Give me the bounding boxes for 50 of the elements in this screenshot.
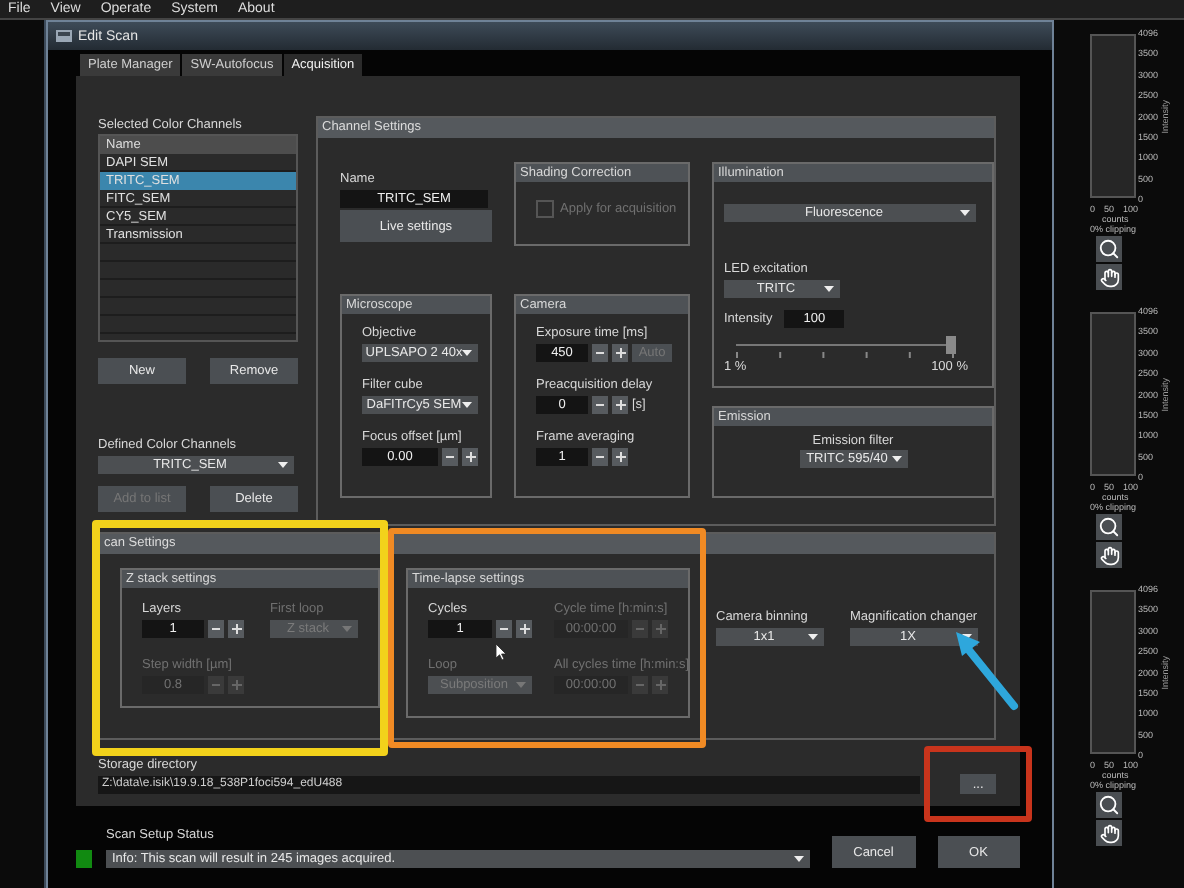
minus-icon — [212, 684, 220, 686]
caret-icon — [824, 286, 834, 292]
pan-button[interactable] — [1096, 542, 1122, 568]
slider-thumb[interactable] — [946, 336, 956, 354]
increment-button[interactable] — [612, 344, 628, 362]
plus-icon — [615, 452, 625, 462]
caret-icon — [342, 626, 352, 632]
decrement-button[interactable] — [592, 396, 608, 414]
minus-icon — [636, 684, 644, 686]
mouse-pointer-icon — [496, 644, 506, 660]
plus-icon — [615, 400, 625, 410]
caret-icon — [794, 856, 804, 862]
increment-button[interactable] — [516, 620, 532, 638]
caret-icon — [462, 402, 472, 408]
caret-icon — [960, 210, 970, 216]
caret-icon — [808, 634, 818, 640]
plus-icon — [519, 624, 529, 634]
pan-button[interactable] — [1096, 264, 1122, 290]
minus-icon — [446, 456, 454, 458]
pan-button[interactable] — [1096, 820, 1122, 846]
plus-icon — [465, 452, 475, 462]
minus-icon — [596, 456, 604, 458]
plus-icon — [655, 624, 665, 634]
caret-icon — [891, 456, 901, 462]
minus-icon — [636, 628, 644, 630]
zoom-button[interactable] — [1096, 792, 1122, 818]
minus-icon — [212, 628, 220, 630]
intensity-slider[interactable] — [736, 338, 956, 358]
decrement-button[interactable] — [208, 620, 224, 638]
plus-icon — [231, 624, 241, 634]
minus-icon — [500, 628, 508, 630]
minus-icon — [596, 404, 604, 406]
plus-icon — [231, 680, 241, 690]
decrement-button[interactable] — [442, 448, 458, 466]
increment-button[interactable] — [462, 448, 478, 466]
plus-icon — [655, 680, 665, 690]
increment-button[interactable] — [228, 620, 244, 638]
window-icon — [56, 30, 72, 42]
decrement-button[interactable] — [592, 448, 608, 466]
decrement-button[interactable] — [496, 620, 512, 638]
increment-button[interactable] — [612, 396, 628, 414]
caret-icon — [278, 462, 288, 468]
decrement-button[interactable] — [592, 344, 608, 362]
zoom-button[interactable] — [1096, 236, 1122, 262]
caret-icon — [462, 350, 472, 356]
minus-icon — [596, 352, 604, 354]
zoom-button[interactable] — [1096, 514, 1122, 540]
caret-icon — [516, 682, 526, 688]
increment-button[interactable] — [612, 448, 628, 466]
plus-icon — [615, 348, 625, 358]
